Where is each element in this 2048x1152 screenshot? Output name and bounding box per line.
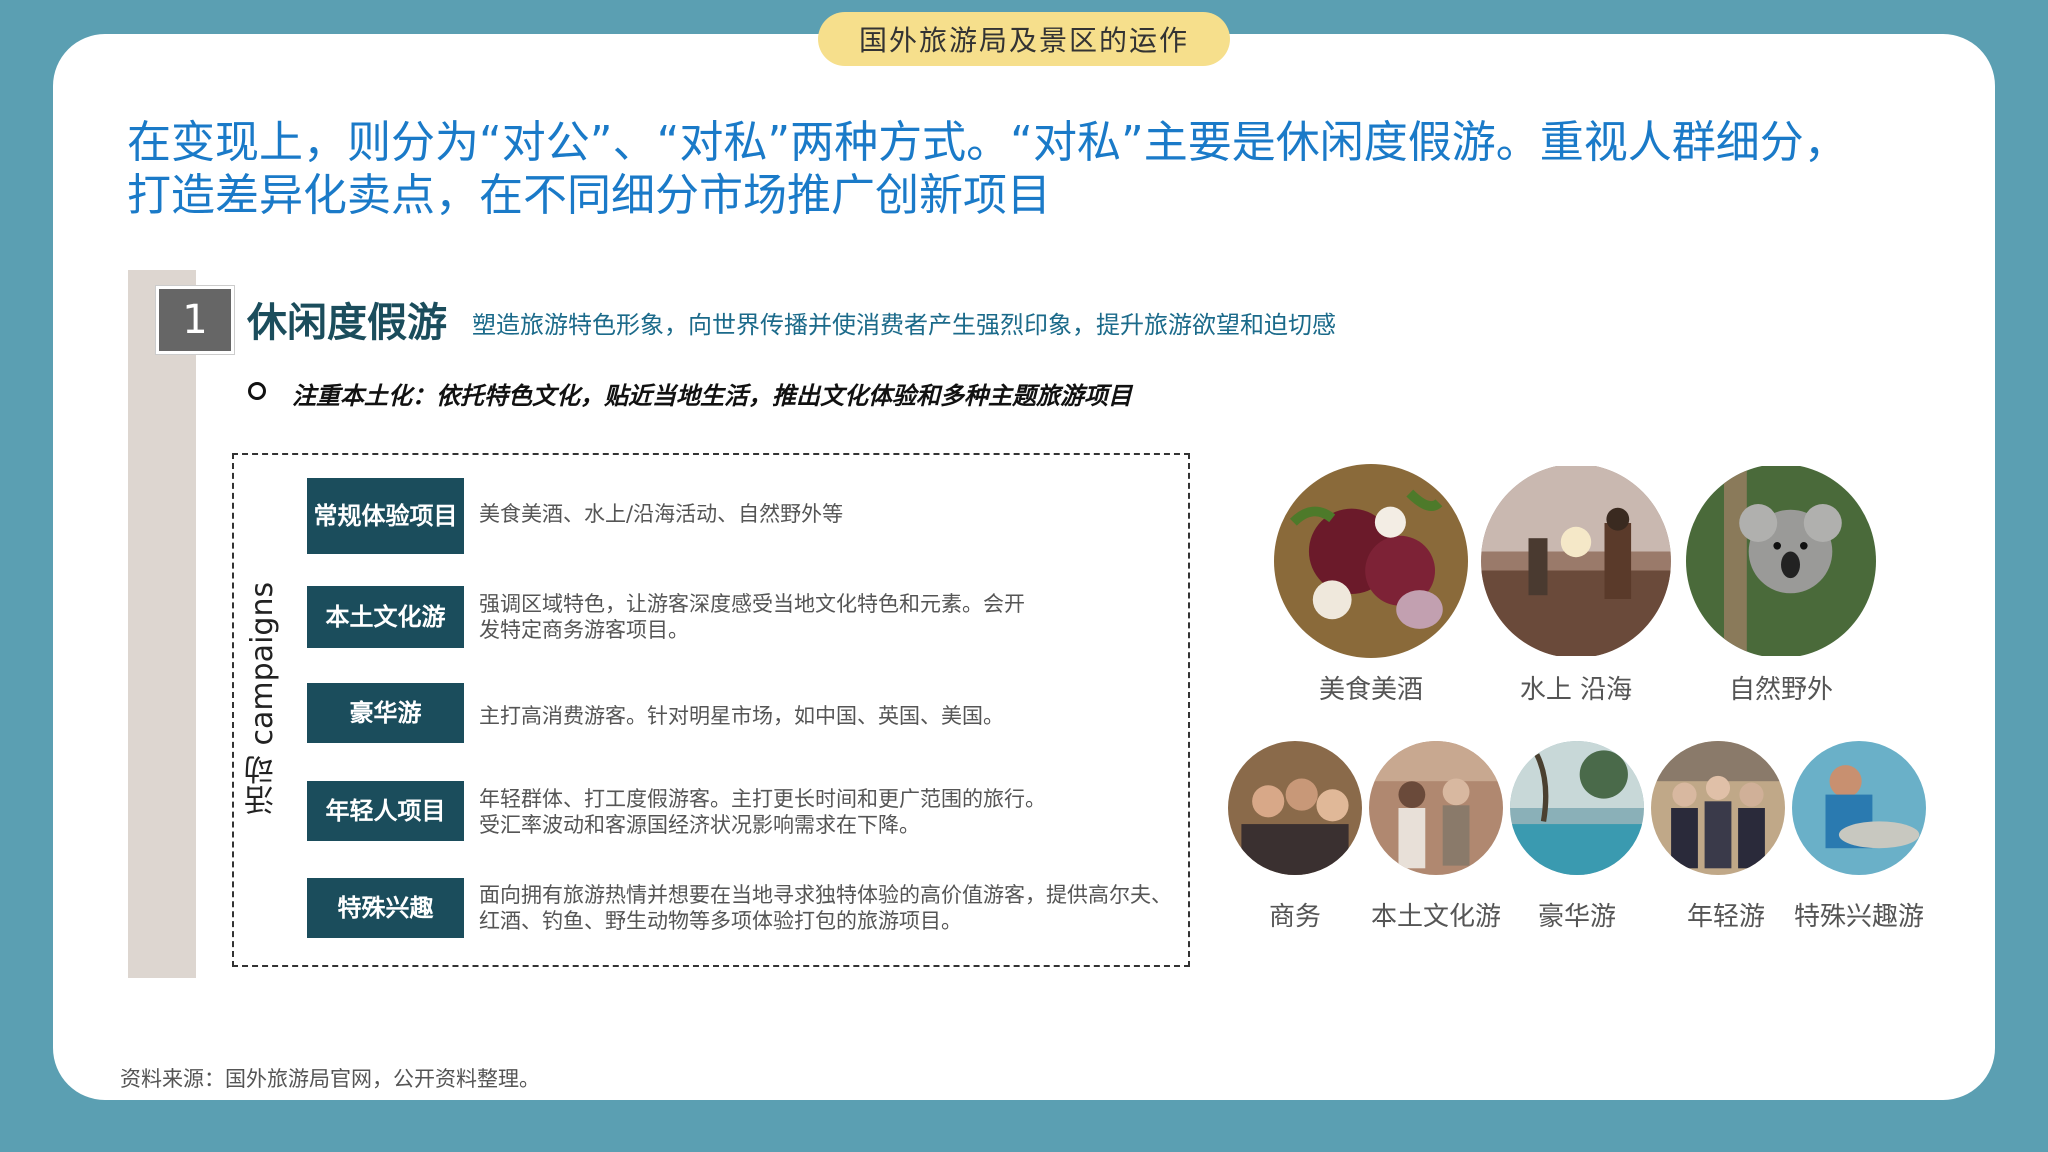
photo-caption: 自然野外	[1728, 675, 1833, 705]
header-tab: 国外旅游局及景区的运作	[818, 12, 1230, 66]
campaign-label: 常规体验项目	[307, 478, 464, 554]
culture-photo-icon	[1369, 741, 1503, 875]
left-accent-strip	[128, 270, 196, 978]
campaigns-vertical-label: 活动 campaigns	[245, 581, 280, 815]
campaign-label: 本土文化游	[307, 586, 464, 648]
header-tab-title: 国外旅游局及景区的运作	[858, 24, 1189, 57]
headline-line-2: 打造差异化卖点，在不同细分市场推广创新项目	[127, 170, 1051, 221]
headline-line-1: 在变现上，则分为“对公”、“对私”两种方式。“对私”主要是休闲度假游。重视人群细…	[127, 117, 1848, 168]
campaign-label: 特殊兴趣	[307, 878, 464, 938]
food-photo-icon	[1274, 464, 1468, 658]
beach-photo-icon	[1481, 464, 1671, 658]
campaign-label: 豪华游	[307, 683, 464, 743]
section-subtitle: 塑造旅游特色形象，向世界传播并使消费者产生强烈印象，提升旅游欲望和迫切感	[472, 311, 1336, 339]
section-number: 1	[155, 285, 235, 355]
fishing-photo-icon	[1792, 741, 1926, 875]
bullet-circle-icon	[248, 382, 266, 400]
photo-caption: 美食美酒	[1318, 675, 1423, 705]
campaign-desc: 强调区域特色，让游客深度感受当地文化特色和元素。会开发特定商务游客项目。	[479, 592, 1025, 642]
photo-caption: 水上 沿海	[1519, 675, 1633, 705]
youth-group-photo-icon	[1651, 741, 1785, 875]
bullet-text: 注重本土化：依托特色文化，贴近当地生活，推出文化体验和多种主题旅游项目	[292, 382, 1132, 410]
campaign-desc: 面向拥有旅游热情并想要在当地寻求独特体验的高价值游客，提供高尔夫、红酒、钓鱼、野…	[479, 883, 1172, 933]
business-photo-icon	[1228, 741, 1362, 875]
campaign-desc: 主打高消费游客。针对明星市场，如中国、英国、美国。	[479, 704, 1004, 728]
campaign-desc: 年轻群体、打工度假游客。主打更长时间和更广范围的旅行。受汇率波动和客源国经济状况…	[479, 787, 1046, 837]
campaign-desc: 美食美酒、水上/沿海活动、自然野外等	[479, 502, 844, 526]
source-note: 资料来源：国外旅游局官网，公开资料整理。	[120, 1067, 540, 1091]
campaign-label: 年轻人项目	[307, 781, 464, 841]
luxury-pool-photo-icon	[1510, 741, 1644, 875]
section-title: 休闲度假游	[247, 300, 447, 346]
koala-photo-icon	[1686, 464, 1876, 658]
headline: 在变现上，则分为“对公”、“对私”两种方式。“对私”主要是休闲度假游。重视人群细…	[127, 116, 1927, 222]
photo-caption: 豪华游	[1537, 902, 1616, 932]
photo-caption: 特殊兴趣游	[1793, 902, 1924, 932]
